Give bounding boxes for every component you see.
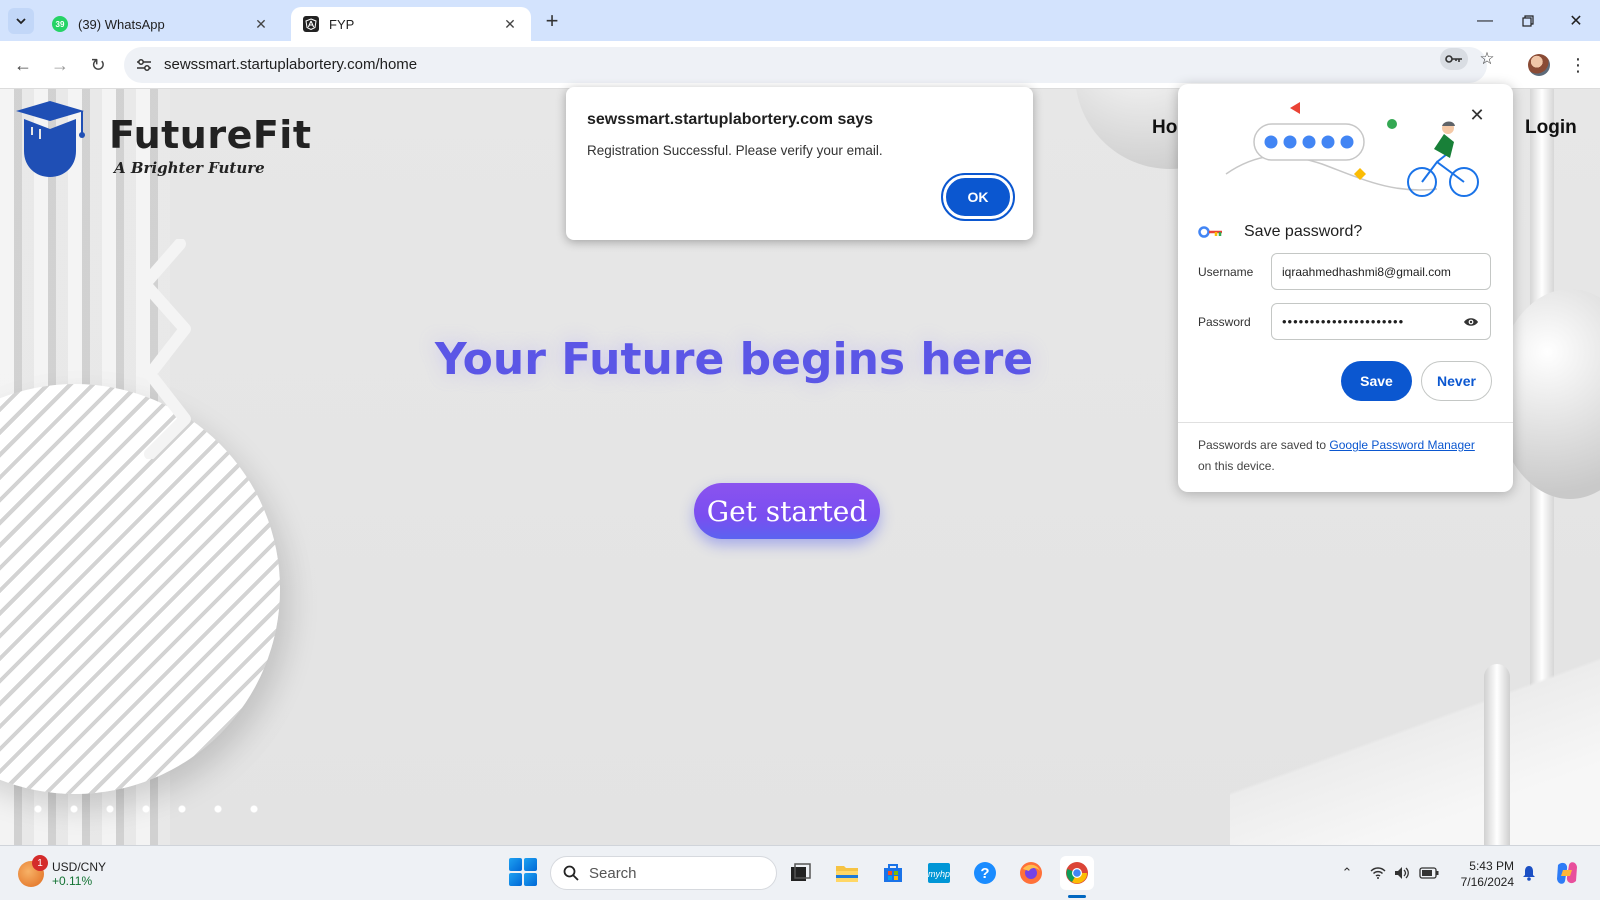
whatsapp-icon: 39 [52,16,68,32]
alert-ok-button[interactable]: OK [941,173,1015,221]
alert-message: Registration Successful. Please verify y… [587,143,883,158]
password-label: Password [1198,315,1251,329]
bookmark-star-icon[interactable]: ☆ [1475,47,1499,71]
windows-start-icon[interactable] [509,858,537,886]
logo-name: FutureFit [109,113,312,157]
restore-icon[interactable] [1513,6,1543,36]
profile-avatar[interactable] [1528,54,1550,76]
divider [1178,422,1513,423]
tab-title: (39) WhatsApp [78,16,165,32]
username-field[interactable]: iqraahmedhashmi8@gmail.com [1271,253,1491,290]
logo-tagline: A Brighter Future [114,159,265,177]
currency-widget-icon: 1 [18,855,48,887]
alert-title: sewssmart.startuplabortery.com says [587,111,874,128]
password-key-icon [1198,226,1222,238]
save-password-bubble: ✕ Save password? Username iqraahmedhashm… [1178,84,1513,492]
decorative-dots [20,804,260,814]
bubble-title: Save password? [1244,223,1363,240]
minimize-icon[interactable]: — [1470,6,1500,36]
widget-ticker: USD/CNY [52,860,107,874]
myhp-icon[interactable]: myhp [922,856,956,890]
wifi-icon[interactable] [1368,862,1388,884]
notification-bell-icon[interactable] [1519,862,1539,884]
active-app-indicator [1068,895,1086,898]
get-started-button[interactable]: Get started [694,483,880,539]
clock-date: 7/16/2024 [1460,875,1514,889]
close-icon[interactable]: ✕ [501,15,519,33]
taskbar-search[interactable]: Search [550,856,777,890]
help-icon[interactable]: ? [968,856,1002,890]
eye-icon[interactable] [1462,313,1480,331]
angular-icon [303,16,319,32]
back-arrow-icon[interactable]: ← [9,51,37,79]
nav-home-link[interactable]: Ho [1152,117,1177,139]
password-key-icon[interactable] [1440,48,1468,70]
cyclist-illustration [1225,102,1479,197]
nav-login-link[interactable]: Login [1525,117,1577,139]
search-placeholder: Search [589,864,637,882]
battery-icon[interactable] [1418,862,1440,884]
copilot-icon[interactable] [1553,860,1581,886]
decorative-pipe [1484,664,1510,845]
tab-title: FYP [329,16,355,32]
firefox-icon[interactable] [1014,856,1048,890]
decorative-surface [1230,649,1600,845]
tab-search-button[interactable] [8,8,34,34]
chevron-down-icon [16,18,26,25]
task-view-icon[interactable] [784,856,818,890]
close-icon[interactable]: ✕ [252,15,270,33]
username-label: Username [1198,265,1254,279]
password-manager-link[interactable]: Google Password Manager [1329,438,1474,452]
site-info-icon[interactable] [134,55,154,75]
close-icon[interactable]: ✕ [1466,104,1488,126]
tab-whatsapp[interactable]: 39 (39) WhatsApp ✕ [40,7,282,41]
window-close-icon[interactable]: ✕ [1561,6,1591,36]
graduation-cap-icon [16,101,85,177]
footer-prefix: Passwords are saved to [1198,438,1327,452]
tab-fyp[interactable]: FYP ✕ [291,7,531,41]
address-bar[interactable]: sewssmart.startuplabortery.com/home [124,47,1487,83]
password-field[interactable]: •••••••••••••••••••••• [1271,303,1491,340]
microsoft-store-icon[interactable] [876,856,910,890]
file-explorer-icon[interactable] [830,856,864,890]
new-tab-button[interactable]: + [540,8,564,33]
bubble-header: Save password? [1198,221,1362,243]
alert-dialog: sewssmart.startuplabortery.com says Regi… [566,87,1033,240]
password-value: •••••••••••••••••••••• [1282,314,1405,329]
search-icon [563,865,579,881]
system-clock[interactable]: 5:43 PM 7/16/2024 [1450,858,1514,890]
url-text[interactable]: sewssmart.startuplabortery.com/home [164,56,417,73]
taskbar: 1 USD/CNY +0.11% Search myhp ? ⌃ 5:43 PM… [0,845,1600,900]
save-password-button[interactable]: Save [1341,361,1412,401]
footer-suffix: on this device. [1198,459,1275,473]
site-logo[interactable]: FutureFit A Brighter Future [12,99,332,179]
svg-text:myhp: myhp [928,869,950,879]
username-value: iqraahmedhashmi8@gmail.com [1282,264,1451,279]
never-button[interactable]: Never [1421,361,1492,401]
clock-time: 5:43 PM [1469,859,1514,873]
widget-change: +0.11% [52,874,93,888]
whatsapp-badge: 39 [55,19,65,29]
notification-badge: 1 [32,855,48,871]
svg-text:?: ? [980,865,989,882]
tray-overflow-icon[interactable]: ⌃ [1338,862,1356,884]
tab-strip: 39 (39) WhatsApp ✕ FYP ✕ + — ✕ [0,0,1600,41]
more-menu-icon[interactable]: ⋮ [1566,53,1590,77]
chrome-icon[interactable] [1060,856,1094,890]
bubble-footer: Passwords are saved to Google Password M… [1198,435,1498,477]
weather-widget[interactable]: 1 USD/CNY +0.11% [18,855,106,892]
forward-arrow-icon[interactable]: → [46,51,74,79]
widget-text: USD/CNY +0.11% [52,860,106,888]
browser-toolbar: ← → ↻ sewssmart.startuplabortery.com/hom… [0,41,1600,89]
reload-icon[interactable]: ↻ [84,51,112,79]
volume-icon[interactable] [1392,862,1412,884]
